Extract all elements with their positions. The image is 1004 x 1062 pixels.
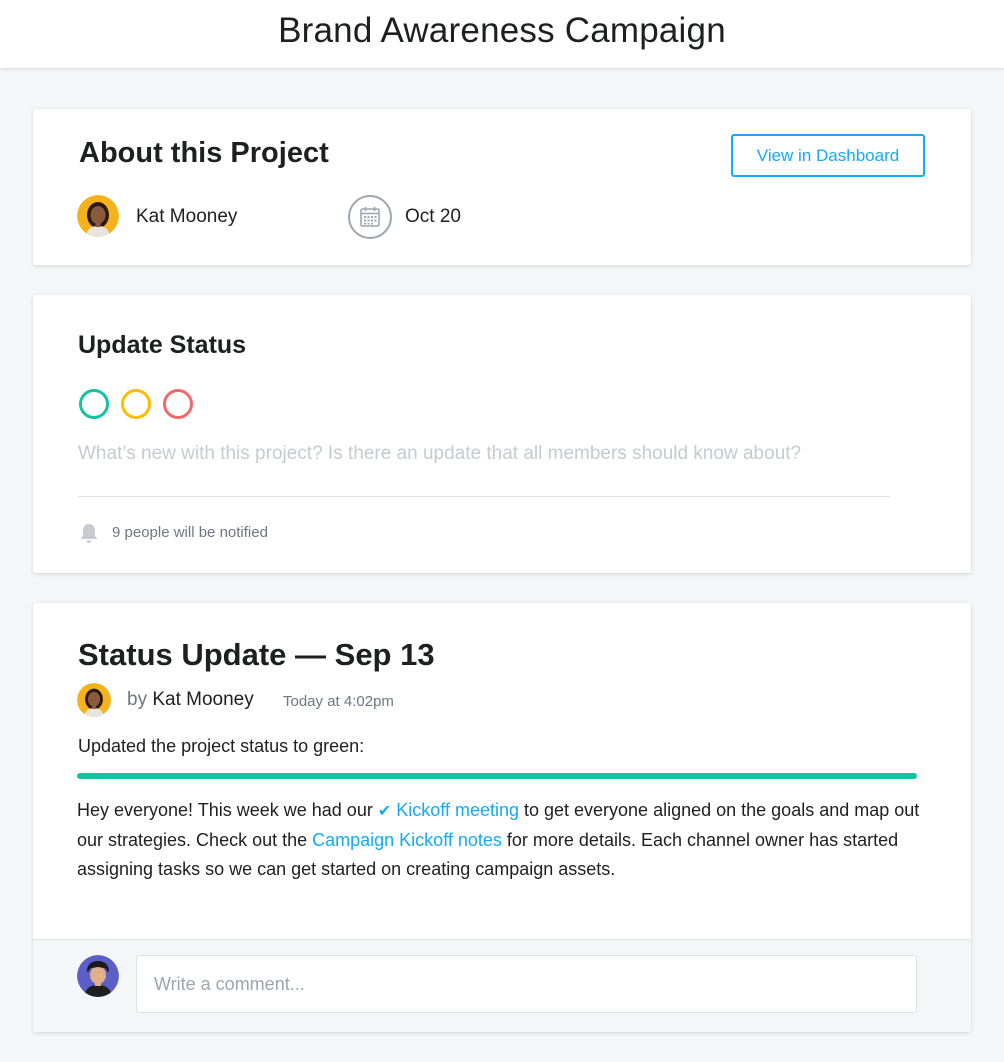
current-user-avatar: [77, 955, 119, 997]
post-body: Hey everyone! This week we had our ✔ Kic…: [77, 796, 927, 884]
status-color-bar: [77, 773, 917, 779]
by-label: by: [127, 689, 148, 710]
status-update-input[interactable]: [78, 443, 890, 497]
bell-icon: [80, 524, 98, 543]
author-name[interactable]: Kat Mooney: [152, 689, 253, 710]
comment-section: [33, 939, 971, 1032]
update-status-card: Update Status 9 people will be notified: [33, 295, 971, 573]
status-change-text: Updated the project status to green:: [78, 736, 365, 756]
author-avatar[interactable]: [77, 683, 111, 717]
status-yellow-button[interactable]: [121, 389, 151, 419]
campaign-kickoff-notes-link[interactable]: Campaign Kickoff notes: [312, 830, 502, 850]
notify-count-text: 9 people will be notified: [112, 524, 268, 541]
kickoff-meeting-link[interactable]: Kickoff meeting: [396, 800, 519, 820]
calendar-icon: [360, 207, 380, 227]
body-text-1: Hey everyone! This week we had our: [77, 800, 378, 820]
top-bar: Brand Awareness Campaign: [0, 0, 1004, 68]
comment-input[interactable]: [136, 955, 917, 1013]
post-byline: by Kat Mooney: [127, 689, 254, 711]
status-update-post: Status Update — Sep 13 by Kat Mooney Tod…: [33, 603, 971, 1032]
owner-avatar[interactable]: [77, 195, 119, 237]
due-date: Oct 20: [405, 206, 461, 227]
due-date-button[interactable]: [348, 195, 392, 239]
status-green-button[interactable]: [79, 389, 109, 419]
post-title: Status Update — Sep 13: [78, 637, 435, 672]
about-title: About this Project: [79, 137, 329, 169]
update-status-title: Update Status: [78, 331, 247, 359]
check-icon: ✔: [377, 803, 392, 820]
post-timestamp: Today at 4:02pm: [283, 693, 394, 710]
about-project-card: About this Project View in Dashboard Kat…: [33, 109, 971, 265]
page-title: Brand Awareness Campaign: [278, 11, 726, 50]
owner-name: Kat Mooney: [136, 206, 238, 227]
view-in-dashboard-button[interactable]: View in Dashboard: [731, 134, 925, 177]
status-red-button[interactable]: [163, 389, 193, 419]
